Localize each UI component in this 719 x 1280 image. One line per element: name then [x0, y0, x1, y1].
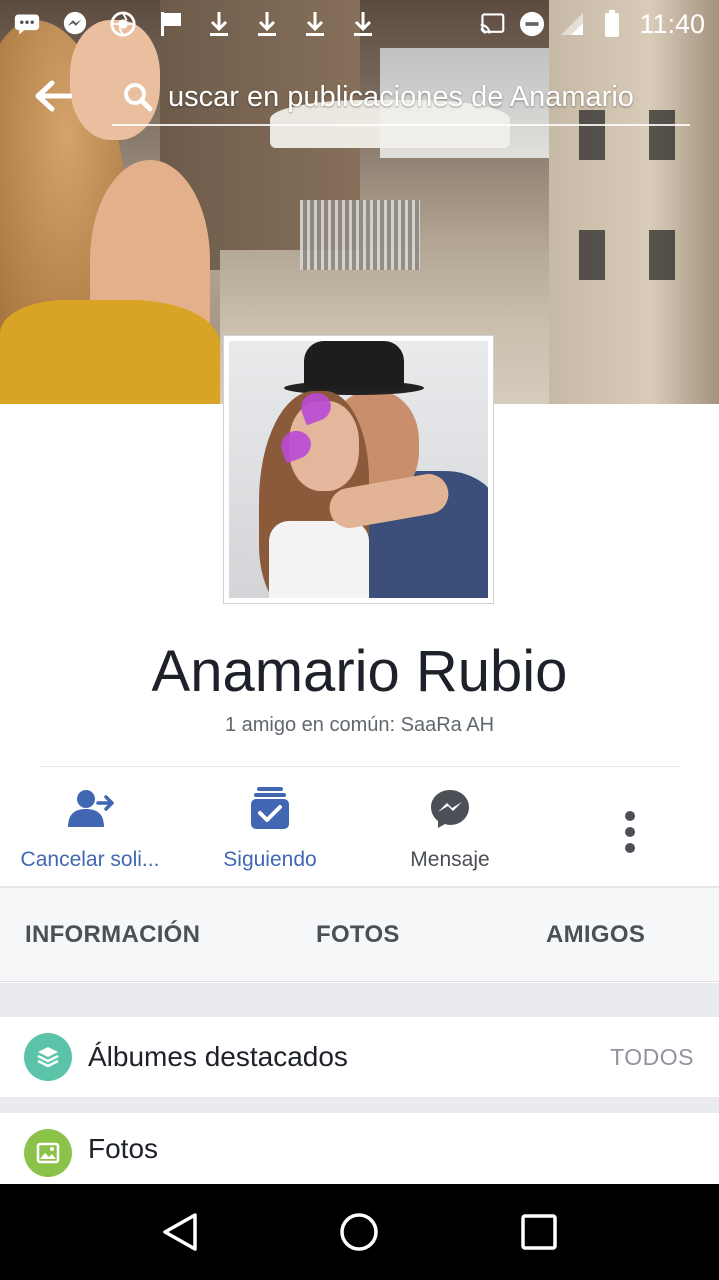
- messenger-icon: [429, 784, 471, 834]
- arrow-left-icon: [35, 80, 72, 112]
- navigation-bar: [0, 1184, 719, 1280]
- see-all-link[interactable]: TODOS: [610, 1044, 694, 1071]
- search-icon: [118, 77, 158, 117]
- signal-icon: [559, 11, 585, 37]
- message-button[interactable]: Mensaje: [360, 780, 540, 884]
- search-field[interactable]: uscar en publicaciones de Anamario: [112, 70, 690, 126]
- chat-icon: [14, 11, 40, 37]
- circle-home-icon: [340, 1213, 379, 1251]
- divider: [40, 766, 679, 767]
- triangle-back-icon: [163, 1213, 197, 1251]
- layers-icon: [24, 1033, 72, 1081]
- download-icon: [350, 11, 376, 37]
- recents-nav-button[interactable]: [509, 1202, 569, 1262]
- tab-photos[interactable]: FOTOS: [316, 921, 400, 949]
- download-icon: [254, 11, 280, 37]
- message-label: Mensaje: [410, 848, 490, 871]
- image-icon: [24, 1129, 72, 1177]
- following-label: Siguiendo: [223, 848, 317, 871]
- profile-actions: Cancelar soli... Siguiendo Mensaje: [0, 780, 719, 884]
- battery-icon: [599, 10, 625, 37]
- back-nav-button[interactable]: [150, 1202, 210, 1262]
- shutter-icon: [110, 11, 136, 37]
- profile-picture[interactable]: [223, 335, 494, 604]
- status-time: 11:40: [639, 8, 705, 39]
- cancel-request-label: Cancelar soli...: [20, 848, 160, 871]
- tab-friends[interactable]: AMIGOS: [546, 921, 645, 949]
- download-icon: [206, 11, 232, 37]
- section-separator: [0, 1097, 719, 1113]
- photos-title: Fotos: [88, 1132, 159, 1164]
- do-not-disturb-icon: [519, 11, 545, 37]
- photos-section[interactable]: Fotos: [0, 1113, 719, 1184]
- home-nav-button[interactable]: [329, 1202, 389, 1262]
- cast-icon: [479, 11, 505, 37]
- following-check-icon: [250, 784, 290, 834]
- download-icon: [302, 11, 328, 37]
- tab-information[interactable]: INFORMACIÓN: [25, 921, 200, 949]
- following-button[interactable]: Siguiendo: [180, 780, 360, 884]
- back-button[interactable]: [30, 74, 76, 118]
- more-options-button[interactable]: [540, 780, 719, 884]
- mutual-friends[interactable]: 1 amigo en común: SaaRa AH: [0, 714, 719, 737]
- flag-icon: [158, 11, 184, 37]
- profile-tabs: INFORMACIÓN FOTOS AMIGOS: [0, 888, 719, 982]
- square-recents-icon: [521, 1214, 557, 1250]
- search-text[interactable]: uscar en publicaciones de Anamario: [168, 81, 634, 114]
- profile-name: Anamario Rubio: [151, 639, 568, 704]
- cancel-request-icon: [64, 784, 116, 834]
- featured-albums-title: Álbumes destacados: [88, 1041, 348, 1072]
- section-separator: [0, 983, 719, 1017]
- messenger-icon: [62, 11, 88, 37]
- featured-albums-section[interactable]: Álbumes destacados TODOS: [0, 1017, 719, 1097]
- more-vertical-icon: [624, 811, 635, 853]
- cancel-request-button[interactable]: Cancelar soli...: [0, 780, 180, 884]
- status-bar: 11:40: [0, 0, 719, 48]
